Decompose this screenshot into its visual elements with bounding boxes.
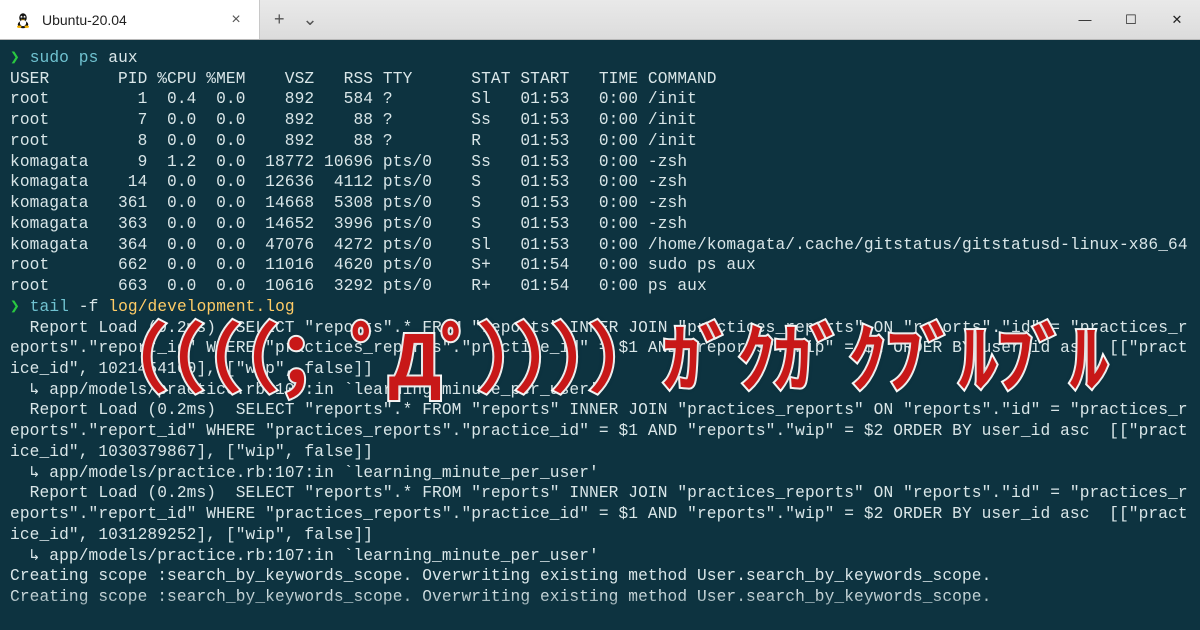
maximize-button[interactable]: ☐	[1108, 0, 1154, 40]
log-line: eports"."report_id" WHERE "practices_rep…	[10, 505, 1188, 523]
terminal-window: Ubuntu-20.04 × + ⌄ — ☐ ✕ ❯ sudo ps aux U…	[0, 0, 1200, 630]
ps-row: root 1 0.4 0.0 892 584 ? Sl 01:53 0:00 /…	[10, 90, 697, 108]
tab-ubuntu[interactable]: Ubuntu-20.04 ×	[0, 0, 260, 39]
ps-row: komagata 364 0.0 0.0 47076 4272 pts/0 Sl…	[10, 236, 1188, 254]
ps-row: root 663 0.0 0.0 10616 3292 pts/0 R+ 01:…	[10, 277, 707, 295]
tab-title: Ubuntu-20.04	[42, 12, 127, 28]
log-line: ice_id", 1030379867], ["wip", false]]	[10, 443, 373, 461]
new-tab-button[interactable]: +	[274, 9, 285, 30]
log-line: Report Load (0.2ms) SELECT "reports".* F…	[10, 484, 1188, 502]
window-controls: — ☐ ✕	[1062, 0, 1200, 39]
tabbar-actions: + ⌄	[260, 0, 318, 39]
ps-header: USER PID %CPU %MEM VSZ RSS TTY STAT STAR…	[10, 70, 717, 88]
ps-row: komagata 361 0.0 0.0 14668 5308 pts/0 S …	[10, 194, 687, 212]
log-line: eports"."report_id" WHERE "practices_rep…	[10, 422, 1188, 440]
log-line: ice_id", 1031289252], ["wip", false]]	[10, 526, 373, 544]
log-line: ↳ app/models/practice.rb:107:in `learnin…	[10, 464, 599, 482]
cmd-ps: ps	[79, 49, 99, 67]
prompt-symbol: ❯	[10, 49, 20, 67]
ps-row: root 7 0.0 0.0 892 88 ? Ss 01:53 0:00 /i…	[10, 111, 697, 129]
log-line: eports"."report_id" WHERE "practices_rep…	[10, 339, 1188, 357]
log-line: ice_id", 1021454160], ["wip", false]]	[10, 360, 373, 378]
window-close-button[interactable]: ✕	[1154, 0, 1200, 40]
cmd-tail: tail	[30, 298, 69, 316]
log-line: Creating scope :search_by_keywords_scope…	[10, 567, 991, 585]
cmd-path: log/development.log	[108, 298, 294, 316]
log-line: ↳ app/models/practice.rb:107:in `learnin…	[10, 547, 599, 565]
cmd-flag: -f	[79, 298, 99, 316]
ps-row: root 662 0.0 0.0 11016 4620 pts/0 S+ 01:…	[10, 256, 756, 274]
titlebar: Ubuntu-20.04 × + ⌄ — ☐ ✕	[0, 0, 1200, 40]
prompt-symbol: ❯	[10, 298, 20, 316]
ps-row: root 8 0.0 0.0 892 88 ? R 01:53 0:00 /in…	[10, 132, 697, 150]
tux-icon	[14, 11, 32, 29]
log-line: Creating scope :search_by_keywords_scope…	[10, 588, 991, 606]
log-line: Report Load (0.2ms) SELECT "reports".* F…	[10, 401, 1188, 419]
terminal-body[interactable]: ❯ sudo ps aux USER PID %CPU %MEM VSZ RSS…	[0, 40, 1200, 630]
ps-row: komagata 14 0.0 0.0 12636 4112 pts/0 S 0…	[10, 173, 687, 191]
cmd-aux: aux	[108, 49, 137, 67]
log-line: Report Load (0.2ms) SELECT "reports".* F…	[10, 319, 1188, 337]
minimize-button[interactable]: —	[1062, 0, 1108, 40]
cmd-sudo: sudo	[30, 49, 69, 67]
ps-row: komagata 363 0.0 0.0 14652 3996 pts/0 S …	[10, 215, 687, 233]
log-line: ↳ app/models/practice.rb:107:in `learnin…	[10, 381, 599, 399]
tab-close-icon[interactable]: ×	[227, 11, 245, 29]
ps-row: komagata 9 1.2 0.0 18772 10696 pts/0 Ss …	[10, 153, 687, 171]
tab-dropdown-button[interactable]: ⌄	[303, 9, 318, 30]
